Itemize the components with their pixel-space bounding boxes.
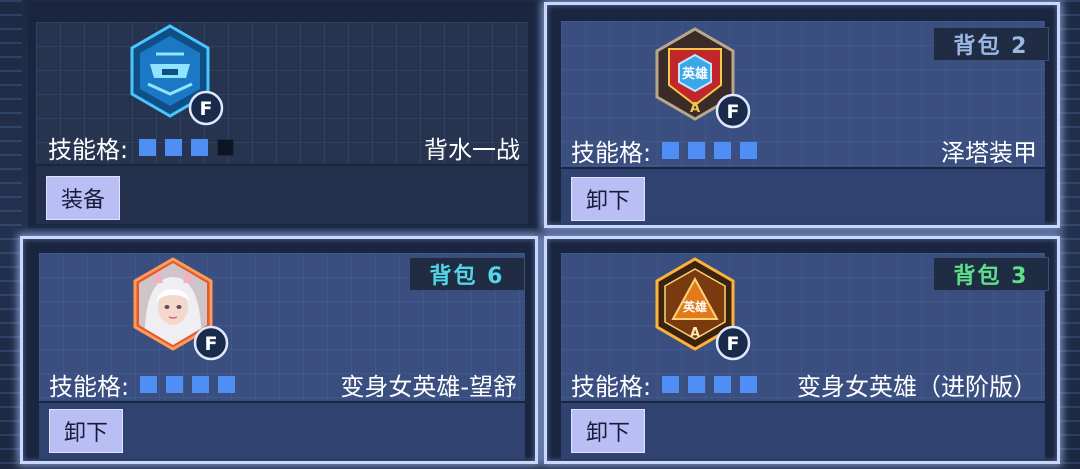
bag-tag: 背包 2 (933, 27, 1049, 61)
skill-slot-filled (165, 139, 183, 156)
svg-text:F: F (205, 333, 218, 355)
skill-slot-filled (218, 376, 236, 393)
item-name: 变身女英雄（进阶版） (797, 373, 1037, 401)
skill-card-2[interactable]: 背包 2 英雄 A F 技能格: 泽塔装甲 卸下 (544, 2, 1060, 228)
rank-f-badge-icon: F (713, 91, 753, 131)
skill-slot-filled (192, 376, 210, 393)
skill-slot-filled (740, 376, 758, 393)
skill-slot-label: 技能格: (571, 373, 652, 401)
svg-text:F: F (727, 101, 740, 123)
skill-card-4[interactable]: 背包 3 英雄 A F 技能格: 变身女英雄（进阶版） 卸下 (544, 236, 1060, 464)
item-name: 泽塔装甲 (941, 139, 1037, 167)
skill-slot-label: 技能格: (571, 139, 652, 167)
skill-slot-row: 技能格: (49, 367, 236, 402)
unequip-button[interactable]: 卸下 (49, 409, 123, 453)
rank-f-badge-icon: F (186, 88, 226, 128)
skill-slot-filled (714, 142, 732, 159)
skill-slot-row: 技能格: (571, 367, 758, 402)
svg-text:英雄: 英雄 (681, 66, 708, 82)
skill-slot-filled (662, 376, 680, 393)
equip-button[interactable]: 装备 (46, 176, 120, 220)
skill-slot-empty (217, 139, 235, 156)
svg-text:F: F (727, 333, 740, 355)
unequip-button[interactable]: 卸下 (571, 177, 645, 221)
skill-slot-row: 技能格: (48, 130, 235, 165)
left-frame-decoration (0, 0, 22, 469)
svg-text:A: A (690, 101, 700, 116)
skill-slot-filled (688, 142, 706, 159)
svg-text:A: A (690, 326, 700, 341)
skill-slot-row: 技能格: (571, 133, 758, 168)
skill-card-1[interactable]: F 技能格: 背水一战 装备 (28, 2, 538, 228)
bag-tag: 背包 3 (933, 257, 1049, 291)
rank-f-badge-icon: F (713, 323, 753, 363)
item-name: 背水一战 (424, 136, 520, 164)
skill-slot-filled (191, 139, 209, 156)
item-name: 变身女英雄-望舒 (340, 373, 517, 401)
skill-slot-filled (139, 139, 157, 156)
svg-text:F: F (200, 98, 213, 120)
skill-slot-filled (166, 376, 184, 393)
rank-f-badge-icon: F (191, 323, 231, 363)
svg-text:英雄: 英雄 (683, 299, 707, 314)
skill-slot-filled (688, 376, 706, 393)
bag-tag: 背包 6 (409, 257, 525, 291)
skill-slot-filled (662, 142, 680, 159)
skill-slot-label: 技能格: (48, 136, 129, 164)
skill-slot-filled (714, 376, 732, 393)
unequip-button[interactable]: 卸下 (571, 409, 645, 453)
skill-card-3[interactable]: 背包 6 F 技能格: 变身女英雄-望舒 卸下 (20, 236, 538, 464)
skill-slot-filled (140, 376, 158, 393)
skill-slot-filled (740, 142, 758, 159)
right-frame-decoration (1058, 0, 1080, 469)
skill-slot-label: 技能格: (49, 373, 130, 401)
